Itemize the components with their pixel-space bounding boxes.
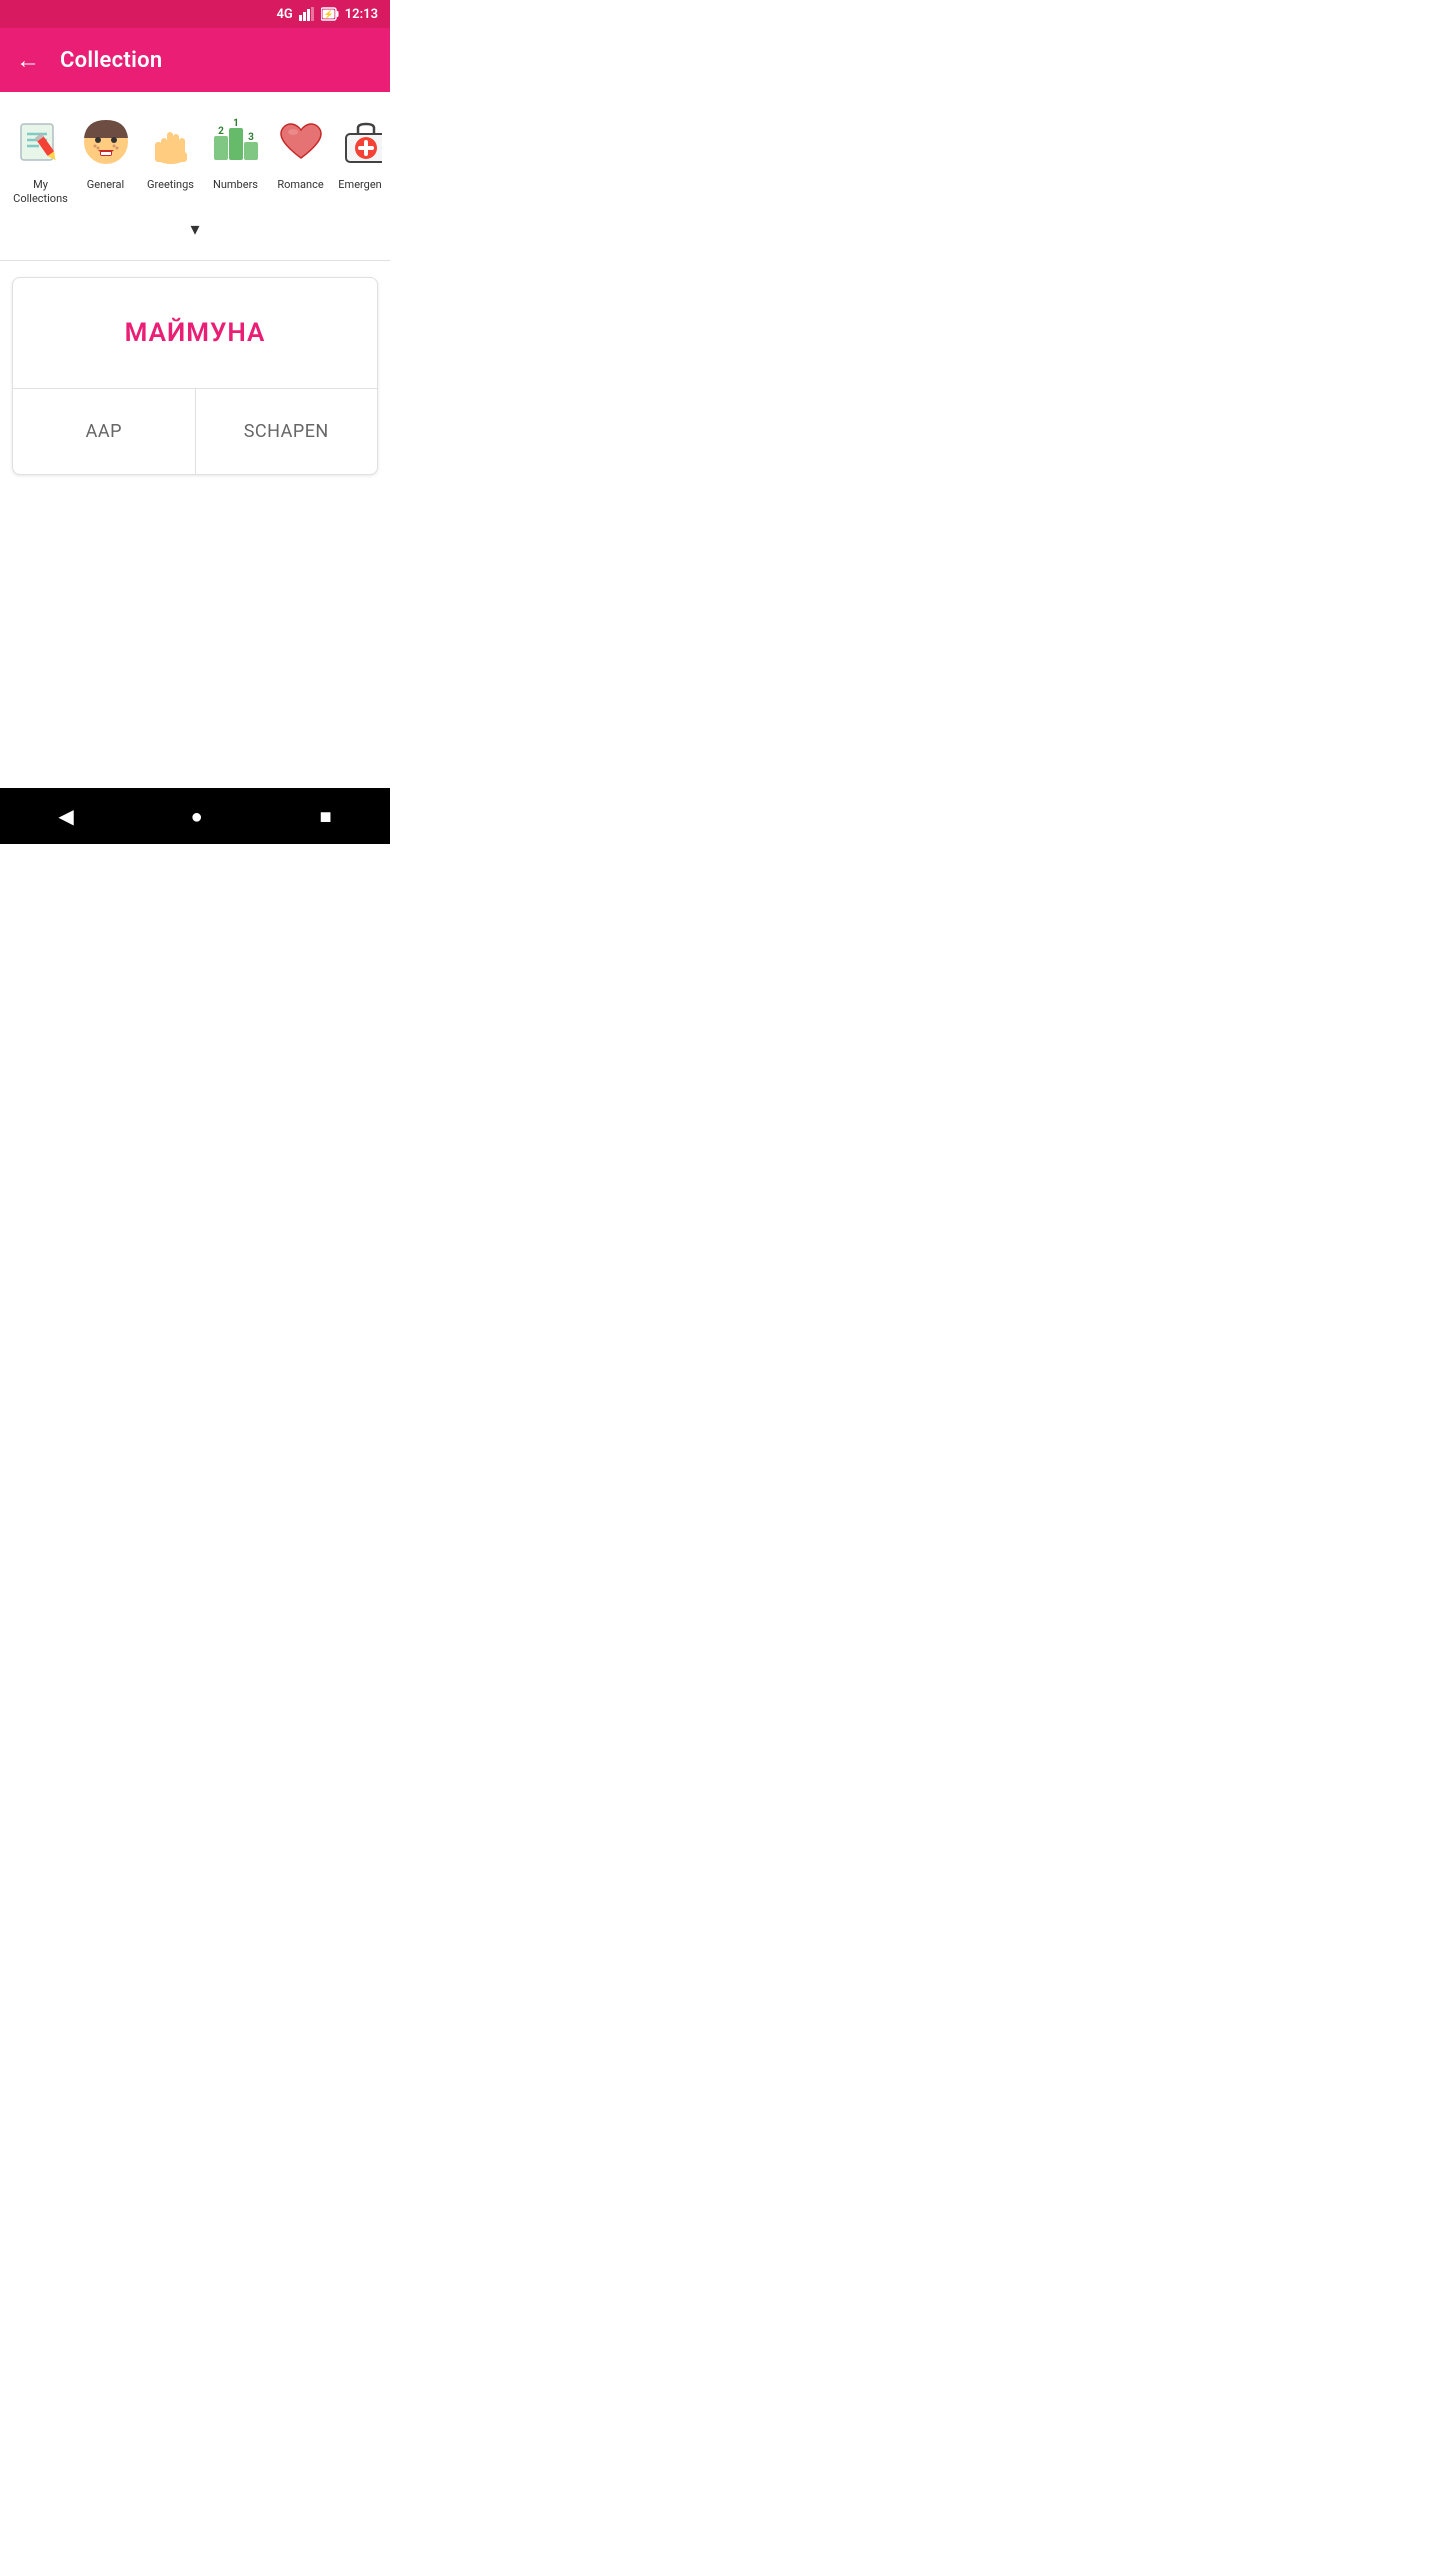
svg-text:3: 3 (248, 132, 254, 143)
card-option-a[interactable]: AAP (13, 389, 196, 474)
divider (0, 260, 390, 261)
category-item-emergency[interactable]: Emergency (333, 108, 382, 196)
option-a-text: AAP (86, 421, 122, 442)
nav-bar: ◀ ● ■ (0, 788, 390, 844)
category-label-my-collections: My Collections (10, 178, 71, 207)
chevron-down-icon[interactable]: ▾ (190, 219, 199, 240)
nav-recent-button[interactable]: ■ (295, 796, 355, 837)
category-label-emergency: Emergency (338, 178, 382, 192)
general-icon-wrapper (76, 112, 136, 172)
page-title: Collection (60, 48, 162, 73)
greetings-icon-wrapper (141, 112, 201, 172)
greetings-icon (145, 116, 197, 168)
category-strip: My Collections (0, 92, 390, 260)
signal-label: 4G (276, 7, 292, 22)
emergency-icon-wrapper (336, 112, 383, 172)
svg-text:⚡: ⚡ (323, 9, 333, 19)
card-question: МАЙМУНА (13, 278, 377, 389)
general-icon (80, 116, 132, 168)
category-item-romance[interactable]: Romance (268, 108, 333, 196)
status-bar: 4G ⚡ 12:13 (0, 0, 390, 28)
category-label-numbers: Numbers (213, 178, 258, 192)
card-option-b[interactable]: SCHAPEN (196, 389, 378, 474)
my-collections-icon (15, 116, 67, 168)
category-item-numbers[interactable]: 2 1 3 Numbers (203, 108, 268, 196)
main-word: МАЙМУНА (125, 318, 266, 348)
category-label-greetings: Greetings (147, 178, 194, 192)
card-options: AAP SCHAPEN (13, 389, 377, 474)
romance-icon (275, 116, 327, 168)
option-b-text: SCHAPEN (244, 421, 329, 442)
numbers-icon: 2 1 3 (210, 116, 262, 168)
category-item-general[interactable]: General (73, 108, 138, 196)
svg-text:1: 1 (233, 118, 239, 129)
nav-home-button[interactable]: ● (167, 796, 227, 837)
svg-text:2: 2 (218, 126, 224, 137)
category-row: My Collections (8, 108, 382, 211)
nav-back-button[interactable]: ◀ (34, 796, 97, 836)
expand-row[interactable]: ▾ (8, 211, 382, 252)
battery-icon: ⚡ (321, 7, 339, 21)
category-item-my-collections[interactable]: My Collections (8, 108, 73, 211)
category-label-general: General (87, 178, 124, 192)
signal-icon (299, 7, 315, 21)
clock: 12:13 (345, 7, 378, 22)
flashcard: МАЙМУНА AAP SCHAPEN (12, 277, 378, 475)
category-item-greetings[interactable]: Greetings (138, 108, 203, 196)
category-label-romance: Romance (277, 178, 323, 192)
my-collections-icon-wrapper (11, 112, 71, 172)
header: ← Collection (0, 28, 390, 92)
romance-icon-wrapper (271, 112, 331, 172)
numbers-icon-wrapper: 2 1 3 (206, 112, 266, 172)
back-button[interactable]: ← (16, 46, 40, 75)
emergency-icon (340, 116, 383, 168)
